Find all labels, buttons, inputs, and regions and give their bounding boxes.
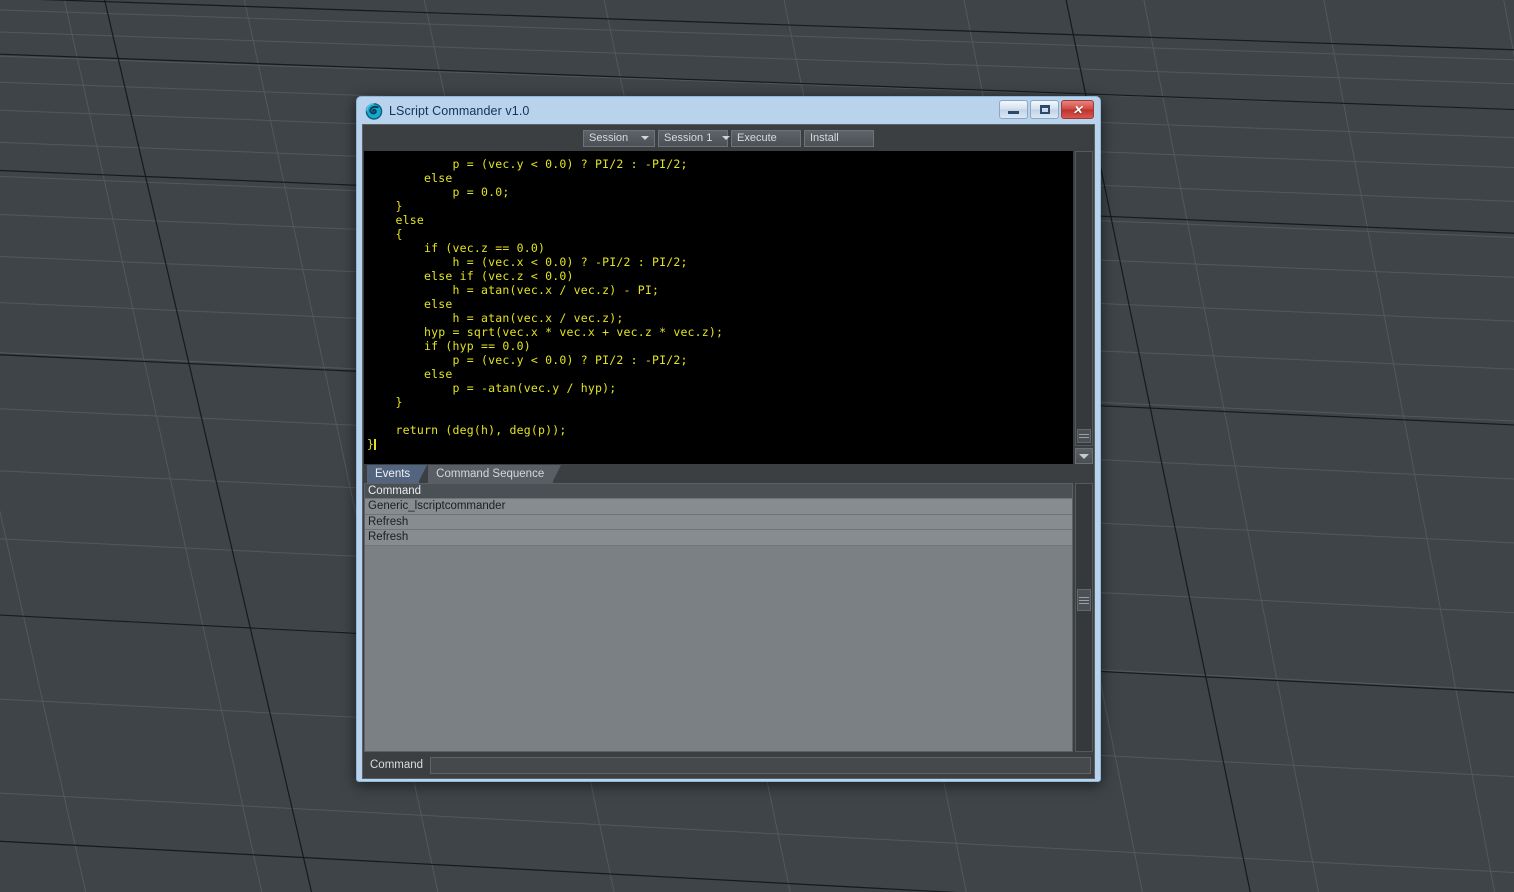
window-titlebar[interactable]: LScript Commander v1.0 ✕ — [362, 97, 1095, 124]
text-cursor — [374, 439, 377, 450]
close-icon: ✕ — [1072, 102, 1083, 117]
command-list-empty-space — [365, 545, 1072, 751]
tab-events[interactable]: Events — [367, 465, 428, 483]
command-input-label: Command — [370, 759, 424, 771]
tab-command-sequence[interactable]: Command Sequence — [428, 465, 562, 483]
session-select-label: Session 1 — [664, 132, 713, 144]
minimize-button[interactable] — [999, 100, 1028, 119]
session-menu-button[interactable]: Session — [583, 129, 655, 147]
minimize-icon — [1008, 111, 1019, 114]
command-list-vertical-scrollbar[interactable] — [1075, 483, 1093, 752]
script-editor[interactable]: p = (vec.y < 0.0) ? PI/2 : -PI/2; else p… — [364, 151, 1073, 464]
window-controls[interactable]: ✕ — [999, 100, 1094, 119]
window-client-area: Session Session 1 Execute Install p = (v… — [362, 124, 1095, 779]
execute-button[interactable]: Execute — [731, 129, 801, 147]
editor-scrollbar-track[interactable] — [1075, 151, 1093, 446]
list-item[interactable]: Refresh — [365, 530, 1072, 546]
lscript-spiral-icon — [365, 102, 383, 120]
command-input-bar: Command — [363, 752, 1094, 778]
list-item[interactable]: Refresh — [365, 514, 1072, 530]
editor-region: p = (vec.y < 0.0) ? PI/2 : -PI/2; else p… — [363, 151, 1094, 464]
tab-events-label: Events — [375, 468, 411, 480]
maximize-icon — [1039, 105, 1050, 114]
editor-scroll-down-button[interactable] — [1075, 448, 1093, 464]
list-item[interactable]: Generic_lscriptcommander — [365, 499, 1072, 515]
session-menu-label: Session — [589, 132, 629, 144]
maximize-button[interactable] — [1030, 100, 1059, 119]
command-input[interactable] — [430, 756, 1091, 774]
command-list-scrollbar-thumb[interactable] — [1077, 589, 1091, 611]
session-select-dropdown[interactable]: Session 1 — [658, 129, 731, 147]
tab-slant — [418, 465, 428, 483]
list-item-label: Generic_lscriptcommander — [368, 500, 506, 513]
toolbar: Session Session 1 Execute Install — [363, 125, 1094, 151]
close-button[interactable]: ✕ — [1061, 100, 1094, 119]
editor-scrollbar-thumb[interactable] — [1077, 429, 1091, 443]
command-list-region: Command Generic_lscriptcommander Refresh… — [363, 483, 1094, 752]
chevron-down-icon — [722, 136, 731, 140]
lscript-commander-window[interactable]: LScript Commander v1.0 ✕ Session Session… — [356, 96, 1101, 782]
tab-command-sequence-label: Command Sequence — [436, 468, 545, 480]
command-list-scrollbar-track[interactable] — [1075, 483, 1093, 752]
chevron-down-icon — [641, 136, 649, 140]
panel-tabs[interactable]: Events Command Sequence — [363, 465, 1094, 483]
list-item-label: Refresh — [368, 531, 409, 544]
script-editor-text: p = (vec.y < 0.0) ? PI/2 : -PI/2; else p… — [367, 157, 724, 451]
chevron-down-icon — [1079, 453, 1089, 459]
install-button[interactable]: Install — [804, 129, 874, 147]
editor-vertical-scrollbar[interactable] — [1075, 151, 1093, 464]
command-list[interactable]: Command Generic_lscriptcommander Refresh… — [364, 483, 1073, 752]
window-title: LScript Commander v1.0 — [389, 103, 530, 118]
tab-slant — [552, 465, 562, 483]
command-list-header: Command — [365, 484, 1072, 499]
list-item-label: Refresh — [368, 515, 409, 528]
